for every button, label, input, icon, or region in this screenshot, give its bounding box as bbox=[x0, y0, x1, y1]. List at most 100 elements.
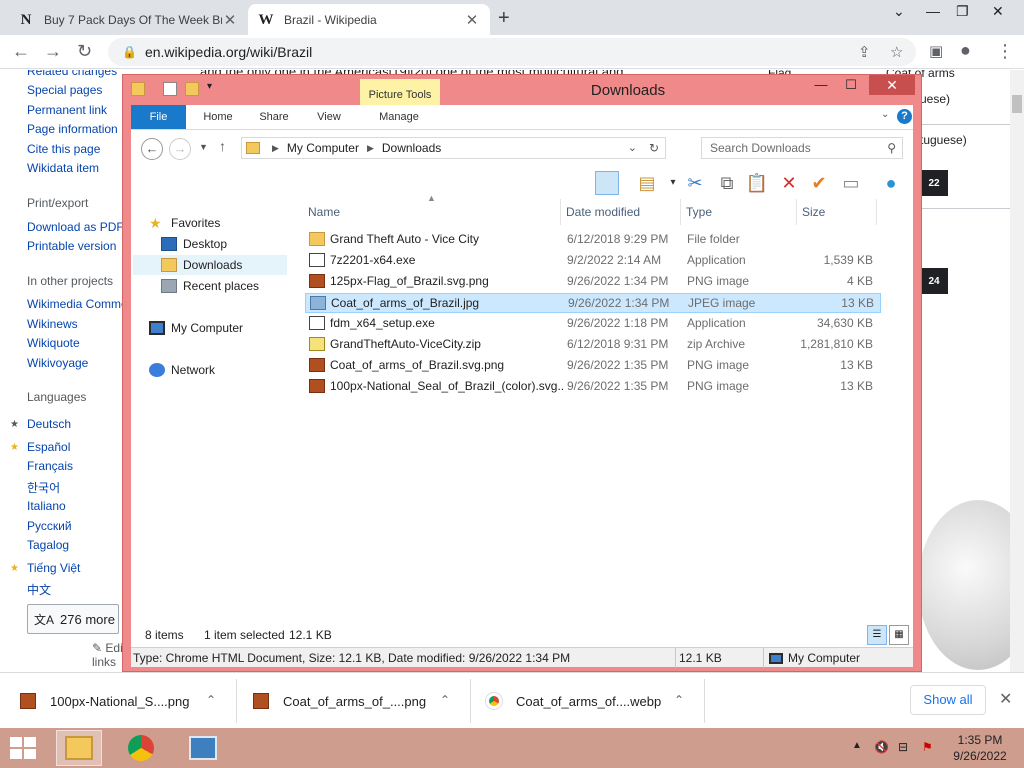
wiki-link-page-information[interactable]: Page information bbox=[27, 122, 118, 136]
up-arrow-icon[interactable]: ↑ bbox=[219, 138, 226, 154]
file-row[interactable]: 7z2201-x64.exe 9/2/2022 2:14 AM Applicat… bbox=[305, 251, 881, 271]
wiki-link-cite-this-page[interactable]: Cite this page bbox=[27, 142, 100, 156]
minimize-icon[interactable]: — bbox=[809, 77, 833, 92]
nav-downloads[interactable]: Downloads bbox=[133, 255, 287, 275]
lock-icon[interactable]: 🔒 bbox=[122, 45, 137, 59]
nav-favorites[interactable]: ★ Favorites bbox=[149, 213, 220, 233]
share-icon[interactable]: ⇪ bbox=[858, 43, 871, 61]
copy-icon[interactable]: ⧉ bbox=[715, 171, 739, 195]
delete-icon[interactable]: ✕ bbox=[777, 171, 801, 195]
tab-home[interactable]: Home bbox=[193, 105, 243, 129]
customize-quick-access-icon[interactable]: ▾ bbox=[207, 81, 212, 92]
address-dropdown-icon[interactable]: ⌄ bbox=[628, 141, 637, 154]
breadcrumb-downloads[interactable]: Downloads bbox=[382, 141, 441, 155]
explorer-title-bar[interactable]: ▾ Picture Tools Downloads — ☐ ✕ bbox=[123, 75, 921, 129]
address-box[interactable]: ▶ My Computer ▶ Downloads ⌄ ↻ bbox=[241, 137, 666, 159]
wiki-link-related-changes[interactable]: Related changes bbox=[27, 70, 117, 78]
column-header-name[interactable]: Name bbox=[303, 199, 561, 225]
checkmark-icon[interactable]: ✔ bbox=[807, 171, 831, 195]
restore-icon[interactable]: ❐ bbox=[956, 3, 969, 20]
taskbar-photo-viewer[interactable] bbox=[180, 730, 226, 766]
rename-icon[interactable]: ▭ bbox=[839, 171, 863, 195]
show-all-button[interactable]: Show all bbox=[910, 685, 986, 715]
new-tab-button[interactable]: + bbox=[498, 7, 510, 30]
lang-link[interactable]: Русский bbox=[27, 519, 72, 533]
breadcrumb-my-computer[interactable]: My Computer bbox=[287, 141, 359, 155]
lang-link[interactable]: Italiano bbox=[27, 499, 66, 513]
file-row[interactable]: fdm_x64_setup.exe 9/26/2022 1:18 PM Appl… bbox=[305, 314, 881, 334]
properties-icon[interactable] bbox=[163, 82, 177, 96]
file-row[interactable]: 125px-Flag_of_Brazil.svg.png 9/26/2022 1… bbox=[305, 272, 881, 292]
more-languages-button[interactable]: 文A 276 more bbox=[27, 604, 119, 634]
wiki-link-wikiquote[interactable]: Wikiquote bbox=[27, 336, 80, 350]
file-row[interactable]: Grand Theft Auto - Vice City 6/12/2018 9… bbox=[305, 230, 881, 250]
forward-arrow-icon[interactable]: → bbox=[44, 41, 62, 62]
globe-icon[interactable]: ● bbox=[879, 171, 903, 195]
new-folder-icon[interactable] bbox=[185, 82, 199, 96]
expand-ribbon-icon[interactable]: ⌄ bbox=[881, 109, 889, 120]
close-window-button[interactable]: ✕ bbox=[869, 75, 915, 95]
nav-recent-places[interactable]: Recent places bbox=[161, 276, 259, 296]
side-panel-icon[interactable]: ▣ bbox=[929, 42, 943, 60]
wiki-link-printable-version[interactable]: Printable version bbox=[27, 239, 116, 253]
file-row[interactable]: GrandTheftAuto-ViceCity.zip 6/12/2018 9:… bbox=[305, 335, 881, 355]
file-row-selected[interactable]: Coat_of_arms_of_Brazil.jpg 9/26/2022 1:3… bbox=[305, 293, 881, 313]
wiki-link-download-pdf[interactable]: Download as PDF bbox=[27, 220, 124, 234]
help-icon[interactable]: ? bbox=[897, 109, 912, 124]
lang-link[interactable]: Français bbox=[27, 459, 73, 473]
tab-manage[interactable]: Manage bbox=[367, 105, 431, 129]
layout-pane-icon[interactable] bbox=[595, 171, 619, 195]
page-scrollbar[interactable] bbox=[1010, 70, 1024, 672]
paste-icon[interactable]: 📋 bbox=[745, 171, 769, 195]
chevron-up-icon[interactable]: ⌃ bbox=[440, 693, 450, 707]
recent-locations-icon[interactable]: ▼ bbox=[199, 142, 208, 152]
column-header-date[interactable]: Date modified bbox=[561, 199, 681, 225]
volume-muted-icon[interactable]: 🔇 bbox=[874, 740, 889, 754]
show-hidden-icons[interactable]: ▲ bbox=[852, 740, 862, 751]
maximize-icon[interactable]: ☐ bbox=[839, 77, 863, 93]
close-shelf-icon[interactable]: ✕ bbox=[999, 689, 1012, 709]
tab-share[interactable]: Share bbox=[249, 105, 299, 129]
tab-search-icon[interactable]: ⌄ bbox=[893, 3, 905, 20]
lang-link[interactable]: Español bbox=[27, 440, 70, 454]
system-clock[interactable]: 1:35 PM 9/26/2022 bbox=[948, 732, 1012, 764]
nav-desktop[interactable]: Desktop bbox=[161, 234, 227, 254]
search-downloads-input[interactable]: Search Downloads ⚲ bbox=[701, 137, 903, 159]
lang-link[interactable]: Tagalog bbox=[27, 538, 69, 552]
large-icons-view-icon[interactable]: ▦ bbox=[889, 625, 909, 645]
nav-my-computer[interactable]: My Computer bbox=[149, 318, 243, 338]
tab-view[interactable]: View bbox=[305, 105, 353, 129]
start-button[interactable] bbox=[10, 737, 36, 759]
back-arrow-icon[interactable]: ← bbox=[12, 41, 30, 62]
options-dropdown-icon[interactable]: ▾ bbox=[661, 171, 685, 195]
tab-brazil-wikipedia[interactable]: W Brazil - Wikipedia ✕ bbox=[248, 4, 490, 35]
details-view-icon[interactable]: ☰ bbox=[867, 625, 887, 645]
close-tab-icon[interactable]: ✕ bbox=[222, 11, 238, 29]
taskbar-file-explorer[interactable] bbox=[56, 730, 102, 766]
breadcrumb-separator-icon[interactable]: ▶ bbox=[367, 143, 374, 154]
menu-kebab-icon[interactable]: ⋮ bbox=[996, 41, 1014, 62]
tab-buy-7-pack[interactable]: N Buy 7 Pack Days Of The Week Bri ✕ bbox=[8, 4, 248, 35]
cut-icon[interactable]: ✂ bbox=[683, 171, 707, 195]
column-header-type[interactable]: Type bbox=[681, 199, 797, 225]
download-item[interactable]: Coat_of_arms_of....webp bbox=[486, 683, 661, 719]
action-center-icon[interactable]: ⚑ bbox=[922, 740, 933, 754]
forward-button[interactable]: → bbox=[169, 138, 191, 160]
download-item[interactable]: Coat_of_arms_of_....png bbox=[253, 683, 426, 719]
download-item[interactable]: 100px-National_S....png bbox=[20, 683, 189, 719]
search-icon[interactable]: ⚲ bbox=[887, 138, 896, 158]
folder-options-icon[interactable]: ▤ bbox=[635, 171, 659, 195]
lang-link[interactable]: Tiếng Việt bbox=[27, 561, 80, 575]
bookmark-star-icon[interactable]: ☆ bbox=[890, 43, 903, 61]
wiki-link-special-pages[interactable]: Special pages bbox=[27, 83, 102, 97]
wiki-link-permanent-link[interactable]: Permanent link bbox=[27, 103, 107, 117]
nav-network[interactable]: Network bbox=[149, 360, 215, 380]
tab-file[interactable]: File bbox=[131, 105, 186, 129]
minimize-icon[interactable]: — bbox=[926, 3, 940, 19]
refresh-icon[interactable]: ↻ bbox=[649, 141, 659, 155]
profile-avatar-icon[interactable]: ● bbox=[960, 40, 971, 61]
lang-link[interactable]: 한국어 bbox=[27, 479, 60, 496]
chevron-up-icon[interactable]: ⌃ bbox=[206, 693, 216, 707]
close-tab-icon[interactable]: ✕ bbox=[464, 11, 480, 29]
column-header-size[interactable]: Size bbox=[797, 199, 877, 225]
